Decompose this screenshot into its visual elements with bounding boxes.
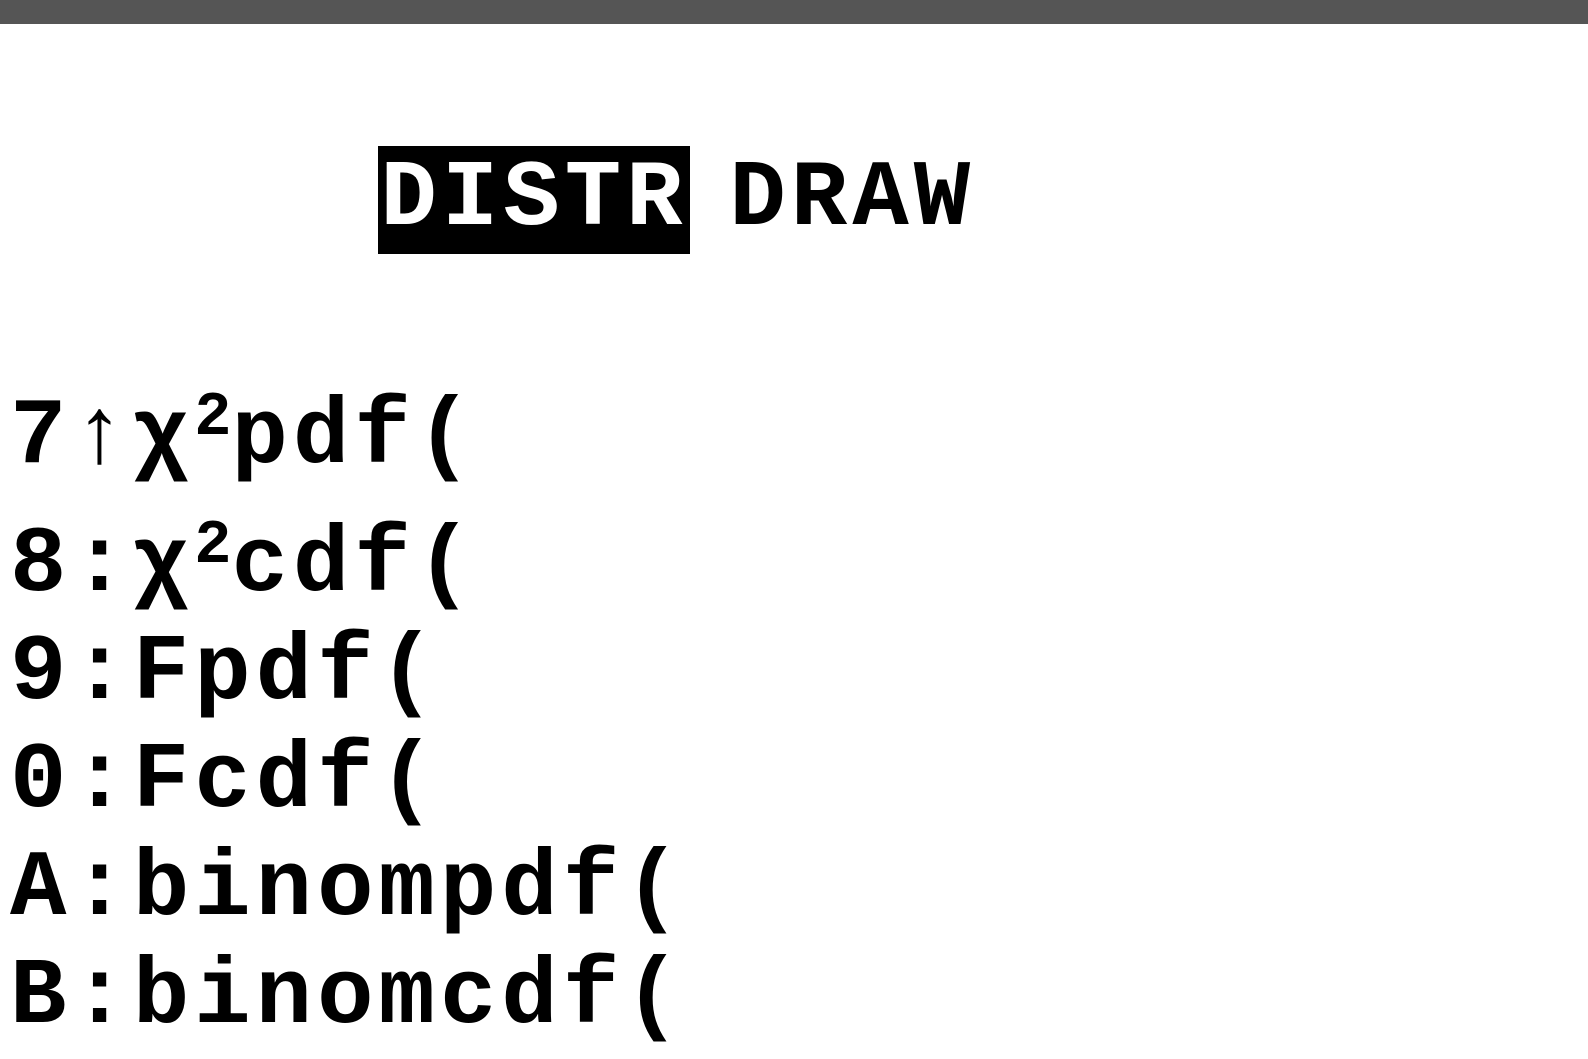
menu-item-separator: :: [71, 836, 132, 944]
menu-item-A[interactable]: A:binompdf(: [10, 836, 1578, 944]
menu-tabs: DISTR DRAW: [10, 38, 1578, 362]
menu-item-function: χ2pdf(: [133, 364, 477, 492]
menu-item-separator: :: [71, 944, 132, 1052]
menu-item-function: binompdf(: [133, 836, 686, 944]
menu-item-separator: :: [71, 1052, 132, 1059]
tab-distr[interactable]: DISTR: [378, 146, 689, 254]
tab-draw[interactable]: DRAW: [730, 146, 976, 254]
menu-item-key: 8: [10, 512, 71, 620]
menu-item-function: χ2cdf(: [133, 492, 477, 620]
menu-item-B[interactable]: B:binomcdf(: [10, 944, 1578, 1052]
menu-item-key: A: [10, 836, 71, 944]
menu-item-7[interactable]: 7↑χ2pdf(: [10, 364, 1578, 492]
menu-item-function: Fcdf(: [133, 728, 440, 836]
menu-item-key: C: [10, 1052, 71, 1059]
menu-item-key: 0: [10, 728, 71, 836]
menu-item-function: invBinom(: [133, 1052, 686, 1059]
menu-item-separator: :: [71, 512, 132, 620]
menu-item-separator: :: [71, 620, 132, 728]
calculator-screen: DISTRDRAW 7↑χ2pdf(8:χ2cdf(9:Fpdf(0:Fcdf(…: [0, 0, 1588, 1059]
scroll-up-icon: ↑: [71, 384, 132, 492]
menu-item-C[interactable]: C:invBinom(: [10, 1052, 1578, 1059]
menu-item-key: 9: [10, 620, 71, 728]
menu-screen: DISTRDRAW 7↑χ2pdf(8:χ2cdf(9:Fpdf(0:Fcdf(…: [0, 24, 1588, 1059]
menu-item-8[interactable]: 8:χ2cdf(: [10, 492, 1578, 620]
menu-item-separator: :: [71, 728, 132, 836]
menu-item-0[interactable]: 0:Fcdf(: [10, 728, 1578, 836]
menu-item-key: B: [10, 944, 71, 1052]
menu-item-function: Fpdf(: [133, 620, 440, 728]
menu-item-key: 7: [10, 384, 71, 492]
status-bar: [0, 0, 1588, 24]
menu-item-function: binomcdf(: [133, 944, 686, 1052]
menu-item-9[interactable]: 9:Fpdf(: [10, 620, 1578, 728]
